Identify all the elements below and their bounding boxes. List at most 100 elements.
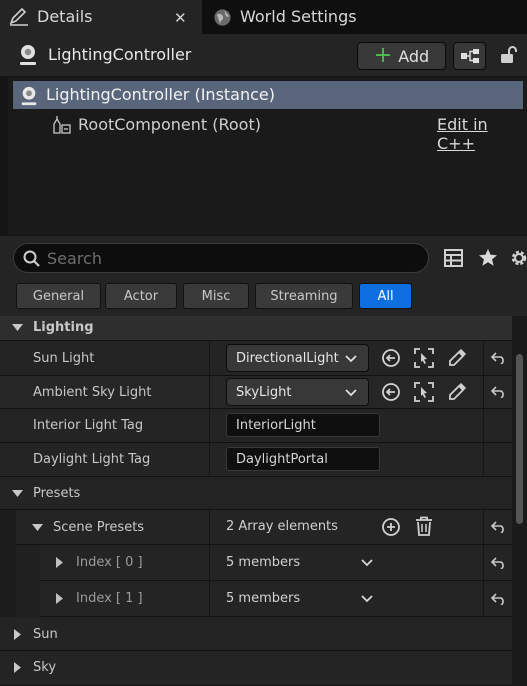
reset-sun-light[interactable] [485, 341, 512, 375]
scrollbar[interactable] [512, 316, 527, 686]
eyedropper-icon[interactable] [447, 382, 467, 402]
scrollbar-thumb[interactable] [516, 354, 523, 524]
eyedropper-icon[interactable] [447, 348, 467, 368]
lock-icon[interactable] [499, 45, 519, 65]
search-input[interactable]: Search [13, 243, 429, 273]
interior-tag-value: InteriorLight [236, 417, 316, 433]
prop-sun-light: Sun Light DirectionalLight [0, 341, 512, 376]
search-bar: Search [0, 236, 527, 280]
sun-light-value: DirectionalLight [236, 350, 339, 366]
prop-index-0-name: Index [ 0 ] [76, 555, 143, 570]
filter-actor[interactable]: Actor [105, 283, 177, 309]
add-button[interactable]: + Add [357, 42, 446, 70]
prop-scene-presets-name: Scene Presets [53, 519, 145, 535]
browse-icon[interactable] [414, 348, 434, 368]
category-sun-label: Sun [33, 627, 58, 642]
tab-details[interactable]: Details ✕ [0, 0, 202, 34]
tab-world-settings[interactable]: World Settings [206, 0, 366, 34]
index-1-value: 5 members [226, 591, 301, 606]
filter-bar: General Actor Misc Streaming All [0, 280, 527, 316]
close-icon[interactable]: ✕ [174, 9, 187, 27]
plus-icon: + [373, 43, 393, 68]
category-sun[interactable]: Sun [0, 617, 512, 651]
reset-scene-presets[interactable] [485, 510, 512, 544]
category-lighting-label: Lighting [33, 320, 94, 335]
chevron-down-icon [12, 324, 23, 332]
globe-icon [213, 8, 232, 27]
category-sky-label: Sky [33, 660, 57, 675]
reset-arrow-icon [491, 521, 506, 533]
scene-presets-count: 2 Array elements [226, 519, 338, 534]
reset-index-1[interactable] [485, 581, 512, 616]
category-presets[interactable]: Presets [0, 477, 512, 510]
use-selected-icon[interactable] [381, 382, 401, 402]
daylight-tag-input[interactable]: DaylightPortal [226, 447, 380, 471]
prop-interior-light-tag: Interior Light Tag InteriorLight [0, 409, 512, 443]
prop-index-0: Index [ 0 ] 5 members [0, 545, 512, 581]
chevron-down-icon [12, 490, 23, 498]
ambient-sky-value: SkyLight [236, 384, 292, 400]
prop-index-1: Index [ 1 ] 5 members [0, 581, 512, 617]
prop-ambient-sky-name: Ambient Sky Light [33, 384, 152, 400]
filter-all[interactable]: All [359, 283, 412, 309]
chevron-down-icon [345, 355, 357, 363]
component-tree: LightingController (Instance) RootCompon… [8, 78, 527, 234]
tab-world-settings-label: World Settings [240, 7, 357, 26]
pencil-icon [9, 8, 29, 26]
chevron-right-icon [56, 593, 64, 604]
tree-instance-label: LightingController (Instance) [46, 85, 275, 104]
use-selected-icon[interactable] [381, 348, 401, 368]
reset-arrow-icon [491, 386, 506, 398]
actor-title: LightingController [48, 45, 192, 64]
prop-daylight-light-tag: Daylight Light Tag DaylightPortal [0, 443, 512, 477]
hierarchy-icon [460, 48, 480, 64]
prop-interior-tag-name: Interior Light Tag [33, 418, 144, 433]
daylight-tag-value: DaylightPortal [236, 451, 328, 467]
chevron-down-icon[interactable] [361, 595, 373, 603]
chevron-down-icon [32, 524, 43, 532]
tree-row-root[interactable]: RootComponent (Root) Edit in C++ [48, 112, 523, 153]
details-header: LightingController + Add [0, 34, 527, 76]
reset-ambient-sky[interactable] [485, 376, 512, 408]
browse-icon[interactable] [414, 382, 434, 402]
tab-bar: Details ✕ World Settings [0, 0, 527, 34]
search-icon [23, 250, 40, 267]
chevron-down-icon [345, 389, 357, 397]
property-list: Lighting Sun Light DirectionalLight Ambi… [0, 316, 512, 686]
blueprint-button[interactable] [453, 42, 486, 70]
reset-arrow-icon [491, 592, 506, 605]
prop-ambient-sky-light: Ambient Sky Light SkyLight [0, 376, 512, 409]
tree-root-label: RootComponent (Root) [78, 115, 261, 134]
prop-sun-light-name: Sun Light [33, 350, 95, 366]
filter-streaming[interactable]: Streaming [255, 283, 353, 309]
category-presets-label: Presets [33, 486, 81, 501]
search-placeholder: Search [47, 249, 102, 268]
chevron-right-icon [14, 662, 22, 673]
actor-icon [17, 43, 39, 67]
prop-daylight-tag-name: Daylight Light Tag [33, 452, 151, 467]
ambient-sky-combo[interactable]: SkyLight [226, 378, 369, 406]
interior-tag-input[interactable]: InteriorLight [226, 413, 380, 437]
star-icon[interactable] [478, 248, 498, 267]
scene-component-icon [52, 115, 72, 135]
filter-general[interactable]: General [16, 283, 101, 309]
index-0-value: 5 members [226, 555, 301, 570]
chevron-down-icon[interactable] [361, 559, 373, 567]
category-lighting[interactable]: Lighting [0, 316, 512, 341]
add-label: Add [398, 46, 430, 66]
reset-index-0[interactable] [485, 545, 512, 580]
reset-arrow-icon [491, 556, 506, 569]
table-view-icon[interactable] [444, 249, 463, 267]
tree-row-instance[interactable]: LightingController (Instance) [13, 81, 523, 109]
edit-in-cpp-link[interactable]: Edit in C++ [437, 115, 523, 153]
chevron-right-icon [56, 557, 64, 568]
actor-instance-icon [19, 85, 39, 107]
category-sky[interactable]: Sky [0, 651, 512, 686]
sun-light-combo[interactable]: DirectionalLight [226, 344, 369, 372]
gear-icon[interactable] [508, 247, 527, 269]
chevron-right-icon [14, 629, 22, 640]
trash-icon[interactable] [415, 516, 433, 536]
filter-misc[interactable]: Misc [183, 283, 249, 309]
prop-scene-presets: Scene Presets 2 Array elements [0, 510, 512, 545]
add-element-icon[interactable] [381, 517, 401, 537]
